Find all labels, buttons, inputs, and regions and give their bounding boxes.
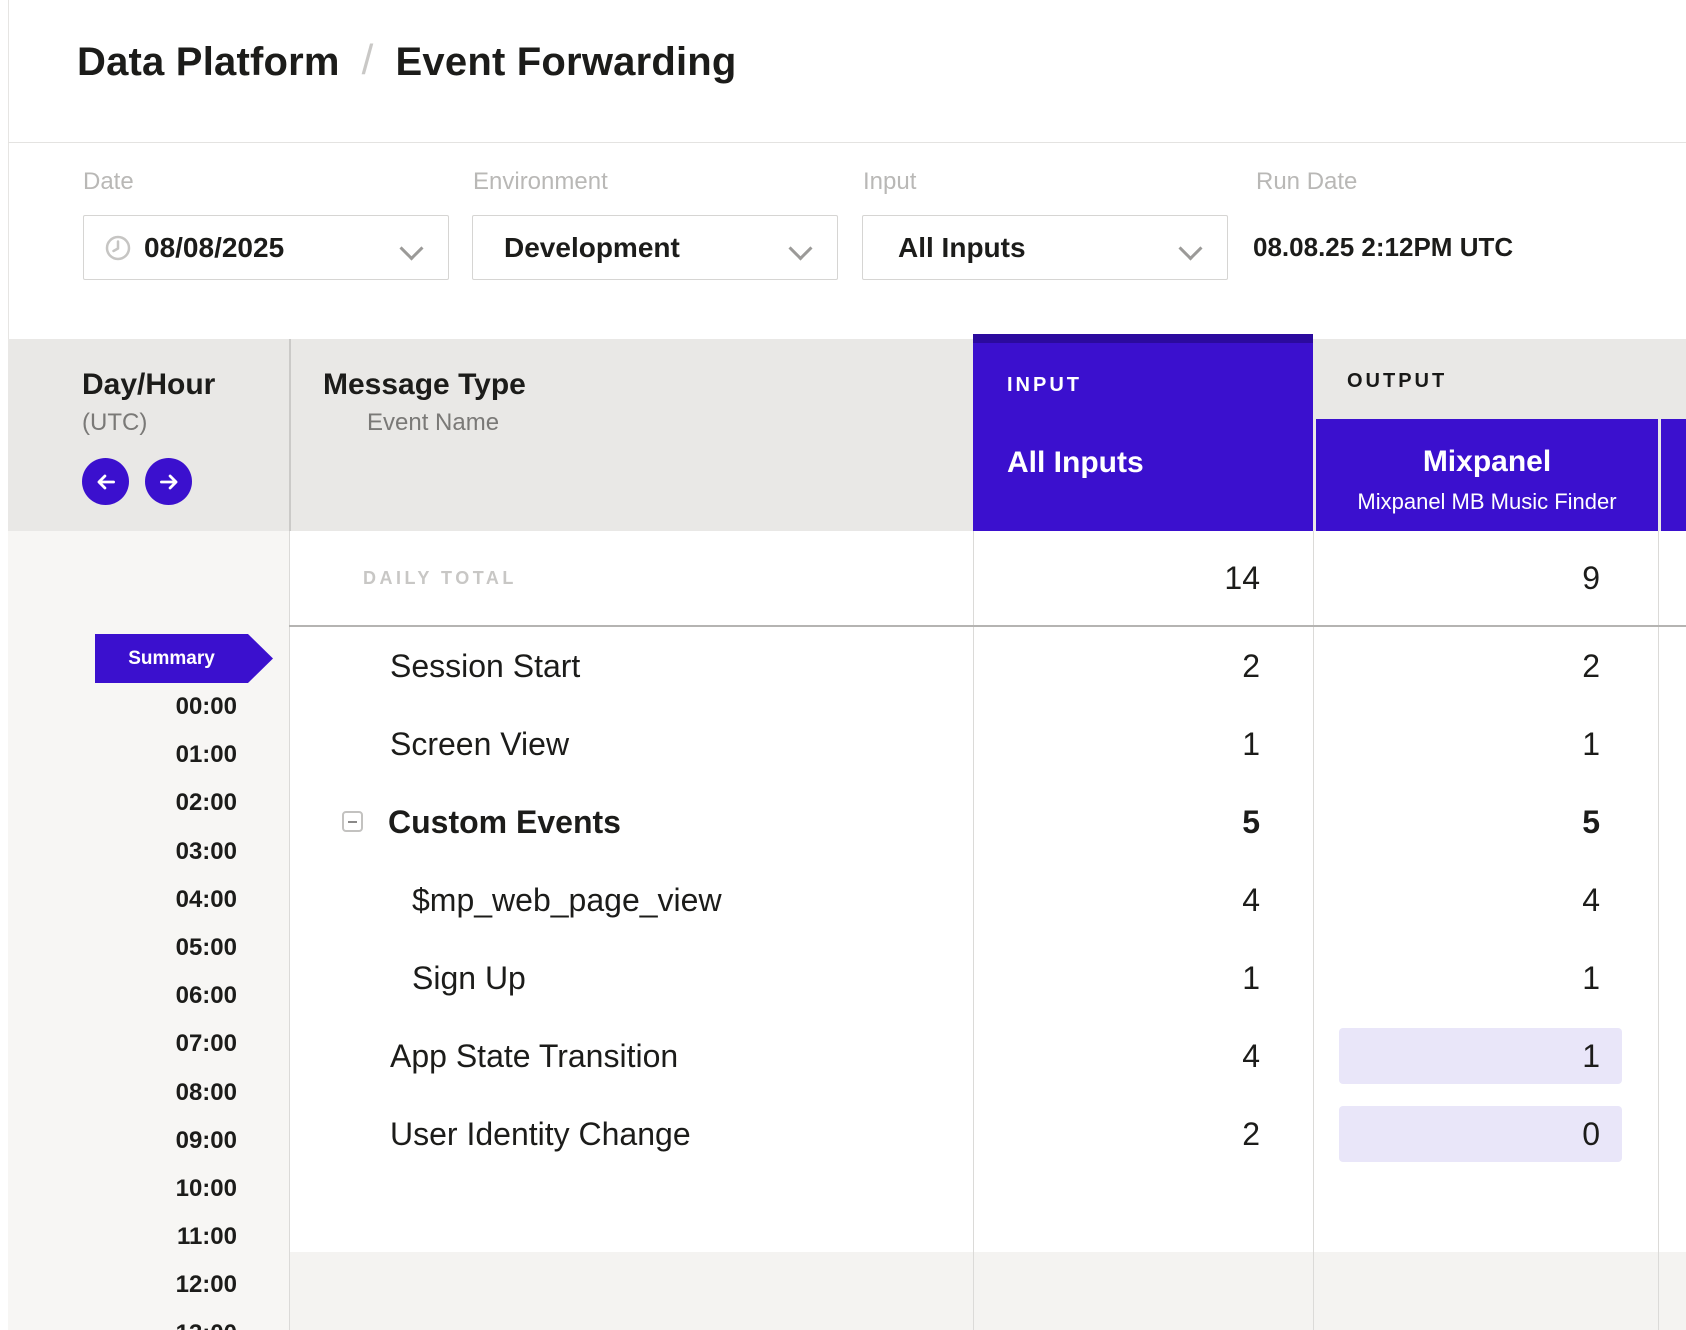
hour-slot-08[interactable]: 08:00 (8, 1069, 237, 1117)
hour-slot-03[interactable]: 03:00 (8, 828, 237, 876)
date-filter-label: Date (83, 168, 134, 196)
input-column-accent-strip (973, 334, 1313, 343)
input-dropdown[interactable]: All Inputs (862, 215, 1228, 280)
row-output-value: 5 (1316, 783, 1600, 861)
daily-total-input-value: 14 (973, 531, 1260, 625)
environment-filter-label: Environment (473, 168, 608, 196)
input-column-name: All Inputs (1007, 446, 1144, 480)
daily-total-output-value: 9 (1316, 531, 1600, 625)
breadcrumb-separator: / (362, 36, 374, 84)
environment-dropdown[interactable]: Development (472, 215, 838, 280)
input-group-label: INPUT (1007, 374, 1082, 397)
row-output-value: 2 (1316, 627, 1600, 705)
table-row-app-state-transition: App State Transition 4 1 (289, 1017, 1686, 1095)
environment-value: Development (504, 216, 680, 279)
table-footer-area (289, 1252, 1686, 1330)
input-value: All Inputs (898, 216, 1026, 279)
daily-total-row: DAILY TOTAL 14 9 (289, 531, 1686, 627)
output-column-header-partial (1661, 419, 1686, 531)
row-input-value: 4 (973, 1017, 1260, 1095)
collapse-icon[interactable] (342, 811, 363, 832)
row-output-value: 1 (1316, 705, 1600, 783)
header-divider (8, 142, 1686, 143)
row-label: Custom Events (388, 783, 621, 861)
table-row-custom-events: Custom Events 5 5 (289, 783, 1686, 861)
hour-slot-10[interactable]: 10:00 (8, 1165, 237, 1213)
row-label: User Identity Change (390, 1095, 691, 1173)
hour-slot-13[interactable]: 13:00 (8, 1310, 237, 1330)
run-date-value: 08.08.25 2:12PM UTC (1253, 215, 1513, 280)
hour-slot-11[interactable]: 11:00 (8, 1213, 237, 1261)
output-column-subtitle: Mixpanel MB Music Finder (1316, 489, 1658, 515)
day-hour-column-title: Day/Hour (82, 370, 215, 400)
table-row-sign-up: Sign Up 1 1 (289, 939, 1686, 1017)
input-filter-label: Input (863, 168, 916, 196)
chevron-down-icon (788, 236, 812, 260)
table-row-session-start: Session Start 2 2 (289, 627, 1686, 705)
breadcrumb-section[interactable]: Data Platform (77, 40, 340, 85)
row-input-value: 4 (973, 861, 1260, 939)
row-output-value: 0 (1339, 1106, 1600, 1162)
hour-rail: Summary 00:00 01:00 02:00 03:00 04:00 05… (8, 531, 289, 1330)
output-group-label: OUTPUT (1347, 370, 1447, 393)
next-day-button[interactable] (145, 458, 192, 505)
hour-slot-07[interactable]: 07:00 (8, 1020, 237, 1068)
row-input-value: 1 (973, 705, 1260, 783)
hour-slot-01[interactable]: 01:00 (8, 731, 237, 779)
breadcrumb: Data Platform / Event Forwarding (77, 38, 737, 86)
day-hour-column-subtitle: (UTC) (82, 411, 147, 435)
row-input-value: 2 (973, 627, 1260, 705)
summary-badge[interactable]: Summary (95, 634, 273, 683)
date-dropdown[interactable]: 08/08/2025 (83, 215, 449, 280)
row-input-value: 2 (973, 1095, 1260, 1173)
hour-slot-06[interactable]: 06:00 (8, 972, 237, 1020)
chevron-down-icon (1178, 236, 1202, 260)
row-label: Sign Up (412, 939, 526, 1017)
page-title: Event Forwarding (396, 40, 737, 85)
hour-slot-05[interactable]: 05:00 (8, 924, 237, 972)
highlighted-output-cell[interactable]: 0 (1339, 1106, 1622, 1162)
chevron-down-icon (399, 236, 423, 260)
table-row-mp-web-page-view: $mp_web_page_view 4 4 (289, 861, 1686, 939)
event-forwarding-page: Data Platform / Event Forwarding Date 08… (0, 0, 1686, 1330)
date-value: 08/08/2025 (144, 216, 284, 279)
hour-slot-00[interactable]: 00:00 (8, 683, 237, 731)
message-type-column-title: Message Type (323, 370, 526, 400)
row-label: Session Start (390, 627, 580, 705)
row-output-value: 4 (1316, 861, 1600, 939)
row-output-value: 1 (1316, 939, 1600, 1017)
summary-badge-label: Summary (95, 634, 248, 683)
daily-total-label: DAILY TOTAL (363, 531, 517, 625)
row-label: $mp_web_page_view (412, 861, 722, 939)
input-column-header: INPUT All Inputs (973, 334, 1313, 531)
arrow-left-icon (93, 469, 119, 495)
table-row-screen-view: Screen View 1 1 (289, 705, 1686, 783)
header-column-divider (289, 339, 291, 531)
run-date-label: Run Date (1256, 168, 1357, 196)
arrow-right-icon (156, 469, 182, 495)
row-input-value: 5 (973, 783, 1260, 861)
hour-slot-09[interactable]: 09:00 (8, 1117, 237, 1165)
hour-slot-12[interactable]: 12:00 (8, 1261, 237, 1309)
row-input-value: 1 (973, 939, 1260, 1017)
output-column-name: Mixpanel (1316, 445, 1658, 479)
output-column-header-mixpanel[interactable]: Mixpanel Mixpanel MB Music Finder (1316, 419, 1658, 531)
row-label: App State Transition (390, 1017, 678, 1095)
previous-day-button[interactable] (82, 458, 129, 505)
hour-slot-02[interactable]: 02:00 (8, 779, 237, 827)
row-label: Screen View (390, 705, 569, 783)
clock-icon (105, 235, 131, 261)
highlighted-output-cell[interactable]: 1 (1339, 1028, 1622, 1084)
table-row-user-identity-change: User Identity Change 2 0 (289, 1095, 1686, 1173)
hour-slot-04[interactable]: 04:00 (8, 876, 237, 924)
row-output-value: 1 (1339, 1028, 1600, 1084)
event-name-column-subtitle: Event Name (367, 411, 499, 435)
